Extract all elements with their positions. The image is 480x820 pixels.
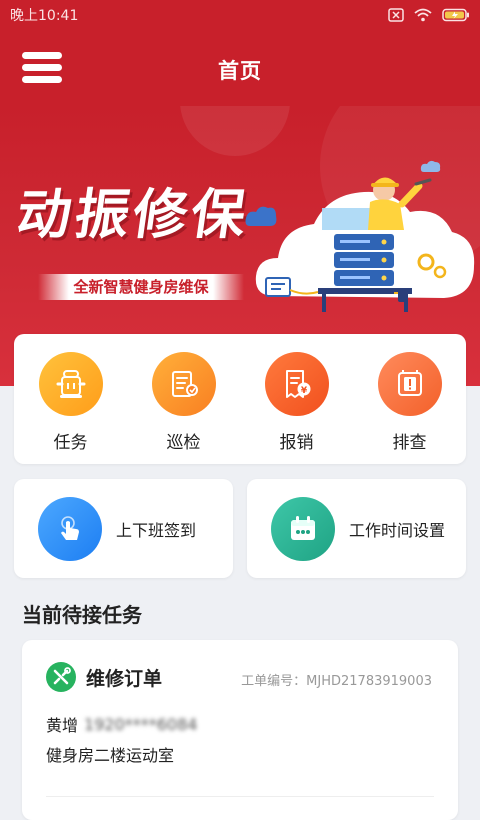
task-order-number: 工单编号：MJHD21783919003	[241, 674, 432, 689]
battery-charging-icon	[442, 8, 469, 22]
work-time-settings-label: 工作时间设置	[349, 520, 446, 540]
repair-tools-icon	[46, 662, 76, 692]
task-header: 维修订单	[46, 662, 162, 692]
wifi-icon	[414, 8, 432, 22]
task-location: 健身房二楼运动室	[46, 746, 175, 765]
calendar-icon	[271, 496, 335, 561]
sim-error-icon	[388, 8, 404, 22]
quick-action-inspection[interactable]: 巡检	[127, 334, 240, 464]
quick-action-troubleshoot[interactable]: 排查	[353, 334, 466, 464]
task-contact-phone: 1920****6084	[84, 714, 198, 734]
quick-action-reimburse[interactable]: ¥ 报销	[240, 334, 353, 464]
receipt-icon: ¥	[264, 352, 329, 416]
quick-action-label: 巡检	[166, 433, 201, 453]
quick-action-task[interactable]: 任务	[14, 334, 127, 464]
banner-subtitle: 全新智慧健身房维保	[38, 274, 244, 300]
quick-action-label: 任务	[53, 433, 88, 453]
app-header: 首页	[0, 30, 480, 106]
status-time: 晚上10:41	[10, 8, 79, 24]
page-title: 首页	[218, 59, 262, 83]
divider	[46, 796, 434, 797]
task-contact-name: 黄增	[46, 716, 79, 735]
banner-title: 动振修保	[12, 182, 254, 246]
clock-in-label: 上下班签到	[116, 520, 197, 540]
fire-hydrant-icon	[38, 352, 103, 416]
clock-in-card[interactable]: 上下班签到	[14, 479, 233, 578]
inspection-icon	[151, 352, 216, 416]
warning-box-icon	[377, 352, 442, 416]
task-card[interactable]: 维修订单 工单编号：MJHD21783919003 黄增 1920****608…	[22, 640, 458, 820]
svg-text:¥: ¥	[300, 386, 307, 396]
quick-actions-card: 任务 巡检 ¥ 报销 排查	[14, 334, 466, 464]
status-bar: 晚上10:41	[0, 0, 480, 30]
status-icons	[388, 8, 470, 22]
task-contact: 黄增 1920****6084	[46, 712, 197, 736]
quick-action-label: 报销	[279, 433, 314, 453]
task-type: 维修订单	[86, 667, 163, 690]
server-maintenance-illustration	[245, 160, 475, 312]
quick-action-label: 排查	[392, 433, 427, 453]
pending-tasks-title: 当前待接任务	[22, 603, 142, 627]
touch-icon	[38, 496, 102, 561]
work-time-settings-card[interactable]: 工作时间设置	[247, 479, 466, 578]
